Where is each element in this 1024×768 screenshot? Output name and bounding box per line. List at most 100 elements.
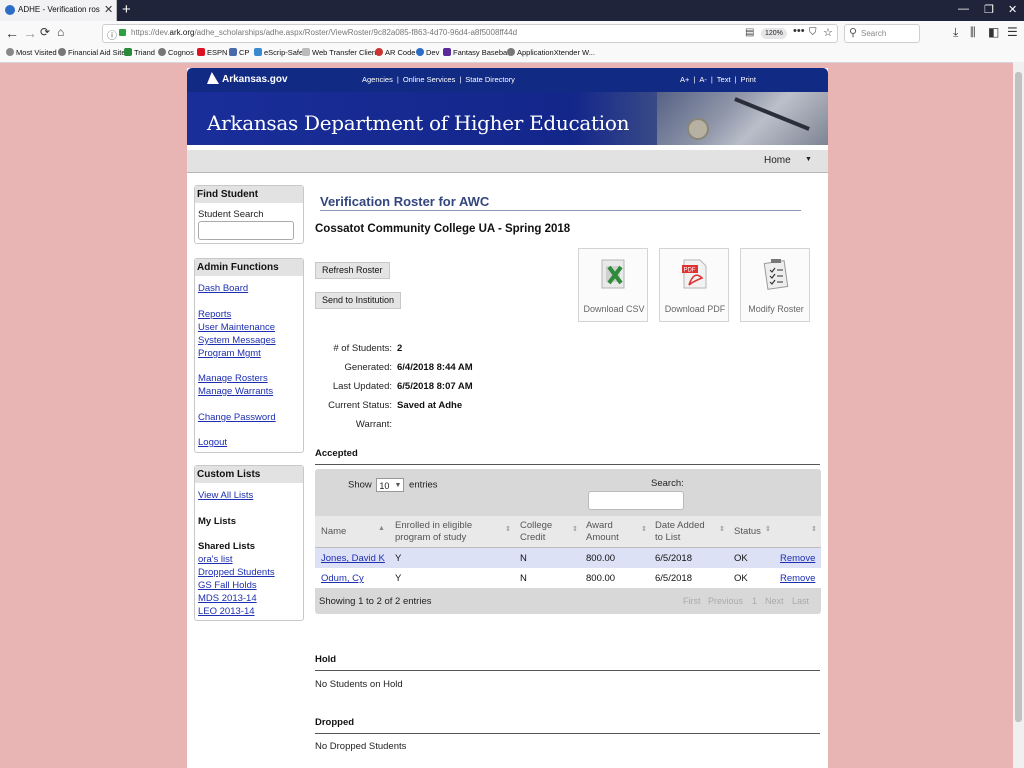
scrollbar-thumb[interactable] <box>1015 72 1022 722</box>
bookmark-fantasy-baseball[interactable]: Fantasy Baseball <box>443 48 511 57</box>
link-shared-list[interactable]: ora's list <box>198 554 233 565</box>
table-footer: Showing 1 to 2 of 2 entries First Previo… <box>315 588 821 614</box>
tab-close-icon[interactable]: ✕ <box>104 3 113 16</box>
bookmark-financial-aid[interactable]: Financial Aid Site <box>58 48 126 57</box>
bookmark-most-visited[interactable]: Most Visited <box>6 48 57 57</box>
dropped-message: No Dropped Students <box>315 741 407 752</box>
link-logout[interactable]: Logout <box>198 437 227 448</box>
search-placeholder: Search <box>861 29 887 38</box>
pager-page-1[interactable]: 1 <box>752 596 757 606</box>
link-system-messages[interactable]: System Messages <box>198 335 276 346</box>
search-input[interactable]: ⚲ Search <box>844 24 920 43</box>
refresh-roster-button[interactable]: Refresh Roster <box>315 262 390 279</box>
col-enrolled[interactable]: Enrolled in eligible program of study <box>395 520 472 544</box>
col-status[interactable]: Status <box>734 526 761 538</box>
link-program-mgmt[interactable]: Program Mgmt <box>198 348 261 359</box>
pager-previous[interactable]: Previous <box>708 596 743 606</box>
info-icon[interactable]: ⓘ <box>107 27 117 42</box>
link-user-maintenance[interactable]: User Maintenance <box>198 322 275 333</box>
col-award-amount[interactable]: Award Amount <box>586 520 619 544</box>
sort-icon[interactable]: ⇕ <box>572 525 578 533</box>
link-shared-list[interactable]: GS Fall Holds <box>198 580 257 591</box>
sidebar-toggle-icon[interactable]: ◧ <box>988 25 999 39</box>
link-reports[interactable]: Reports <box>198 309 231 320</box>
link-text-only[interactable]: Text <box>717 75 731 84</box>
browser-tab[interactable]: ADHE - Verification roster for AW ✕ <box>0 0 117 21</box>
home-icon[interactable]: ⌂ <box>57 25 64 39</box>
bookmark-cp[interactable]: CP <box>229 48 249 57</box>
page-scrollbar[interactable] <box>1013 62 1024 768</box>
col-date-added[interactable]: Date Added to List <box>655 520 705 544</box>
sort-icon[interactable]: ⇕ <box>765 525 771 533</box>
link-change-password[interactable]: Change Password <box>198 412 276 423</box>
browser-navbar: ← → ⟳ ⌂ ⓘ https://dev.ark.org/adhe_schol… <box>0 21 1024 46</box>
hamburger-menu-icon[interactable]: ☰ <box>1007 25 1018 39</box>
bookmark-applicationxtender[interactable]: ApplicationXtender W... <box>507 48 595 57</box>
link-shared-list[interactable]: Dropped Students <box>198 567 275 578</box>
link-font-larger[interactable]: A+ <box>680 75 689 84</box>
link-view-all-lists[interactable]: View All Lists <box>198 490 253 501</box>
modify-list-icon <box>763 259 789 290</box>
link-manage-rosters[interactable]: Manage Rosters <box>198 373 268 384</box>
sort-icon[interactable]: ⇕ <box>641 525 647 533</box>
student-name-link[interactable]: Jones, David K <box>321 553 385 564</box>
pocket-icon[interactable]: ⛉ <box>809 27 817 38</box>
pager-next[interactable]: Next <box>765 596 784 606</box>
link-online-services[interactable]: Online Services <box>403 75 456 84</box>
forward-icon[interactable]: → <box>23 25 37 41</box>
bookmark-cognos[interactable]: Cognos <box>158 48 194 57</box>
link-state-directory[interactable]: State Directory <box>465 75 515 84</box>
table-row: Odum, Cy Y N 800.00 6/5/2018 OK Remove <box>315 568 821 588</box>
sort-icon[interactable]: ▲ <box>378 525 385 532</box>
student-search-input[interactable] <box>198 221 294 240</box>
link-agencies[interactable]: Agencies <box>362 75 393 84</box>
sort-icon[interactable]: ⇕ <box>811 525 817 533</box>
col-college-credit[interactable]: College Credit <box>520 520 552 544</box>
url-text: https://dev.ark.org/adhe_scholarships/ad… <box>131 28 518 37</box>
bookmark-espn[interactable]: ESPN <box>197 48 227 57</box>
close-window-icon[interactable]: ✕ <box>1008 3 1017 16</box>
table-search-input[interactable] <box>588 491 684 510</box>
back-icon[interactable]: ← <box>5 25 19 41</box>
minimize-icon[interactable]: — <box>958 3 969 15</box>
pager-first[interactable]: First <box>683 596 701 606</box>
new-tab-icon[interactable]: + <box>122 1 131 18</box>
entries-select[interactable]: 10 ▼ <box>376 478 405 492</box>
bookmark-dev[interactable]: Dev <box>416 48 439 57</box>
downloads-icon[interactable]: ⤓ <box>953 25 958 40</box>
menu-home[interactable]: Home <box>764 155 791 166</box>
bookmark-star-icon[interactable]: ☆ <box>823 26 833 39</box>
link-font-smaller[interactable]: A- <box>699 75 707 84</box>
browser-titlebar: ADHE - Verification roster for AW ✕ + — … <box>0 0 1024 21</box>
reload-icon[interactable]: ⟳ <box>40 25 50 39</box>
page-actions-icon[interactable]: ••• <box>793 25 805 37</box>
reader-view-icon[interactable]: ▤ <box>745 27 754 38</box>
bookmark-triand[interactable]: Triand <box>124 48 155 57</box>
sort-icon[interactable]: ⇕ <box>505 525 511 533</box>
download-pdf-button[interactable]: PDF Download PDF <box>659 248 729 322</box>
url-bar[interactable]: ⓘ https://dev.ark.org/adhe_scholarships/… <box>102 24 838 43</box>
link-shared-list[interactable]: MDS 2013-14 <box>198 593 257 604</box>
library-icon[interactable]: ⫼ <box>970 25 976 40</box>
sort-icon[interactable]: ⇕ <box>719 525 725 533</box>
link-manage-warrants[interactable]: Manage Warrants <box>198 386 273 397</box>
bookmark-ar-code[interactable]: AR Code <box>375 48 415 57</box>
remove-link[interactable]: Remove <box>780 573 815 584</box>
link-print[interactable]: Print <box>741 75 756 84</box>
remove-link[interactable]: Remove <box>780 553 815 564</box>
send-to-institution-button[interactable]: Send to Institution <box>315 292 402 309</box>
bookmark-escrip-safe[interactable]: eScrip-Safe <box>254 48 303 57</box>
admin-functions-title: Admin Functions <box>195 259 303 276</box>
download-csv-button[interactable]: Download CSV <box>578 248 648 322</box>
arkansas-gov-logo[interactable]: Arkansas.gov <box>207 72 288 85</box>
col-name[interactable]: Name <box>321 526 346 538</box>
modify-roster-button[interactable]: Modify Roster <box>740 248 810 322</box>
chevron-down-icon[interactable]: ▼ <box>805 156 812 163</box>
link-dash-board[interactable]: Dash Board <box>198 283 248 294</box>
student-name-link[interactable]: Odum, Cy <box>321 573 364 584</box>
pager-last[interactable]: Last <box>792 596 809 606</box>
zoom-badge[interactable]: 120% <box>761 28 787 39</box>
bookmark-web-transfer[interactable]: Web Transfer Client <box>302 48 378 57</box>
restore-icon[interactable]: ❐ <box>984 3 994 16</box>
link-shared-list[interactable]: LEO 2013-14 <box>198 606 255 617</box>
